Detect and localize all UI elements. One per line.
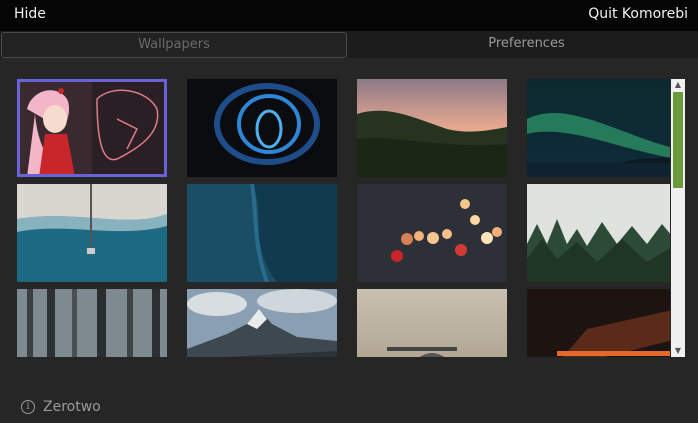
wallpaper-thumbnail[interactable] bbox=[187, 289, 337, 357]
wallpaper-thumbnail[interactable] bbox=[357, 79, 507, 177]
wallpaper-thumbnail[interactable] bbox=[17, 79, 167, 177]
wallpaper-thumbnail[interactable] bbox=[357, 289, 507, 357]
wallpaper-thumbnail[interactable] bbox=[187, 184, 337, 282]
tab-preferences[interactable]: Preferences bbox=[355, 32, 698, 56]
tab-bar: Wallpapers Preferences bbox=[0, 31, 698, 58]
wallpaper-thumbnail[interactable] bbox=[527, 289, 670, 357]
wallpaper-thumbnail[interactable] bbox=[17, 289, 167, 357]
hide-button[interactable]: Hide bbox=[14, 6, 46, 22]
top-bar: Hide Quit Komorebi bbox=[0, 0, 698, 31]
scrollbar-thumb[interactable] bbox=[673, 92, 683, 188]
wallpaper-thumbnail[interactable] bbox=[187, 79, 337, 177]
quit-button[interactable]: Quit Komorebi bbox=[588, 6, 688, 22]
wallpaper-name-label: Zerotwo bbox=[43, 399, 101, 415]
scroll-up-icon[interactable]: ▲ bbox=[671, 79, 685, 91]
info-bar: i Zerotwo bbox=[21, 397, 101, 417]
wallpaper-thumbnail[interactable] bbox=[527, 79, 670, 177]
info-icon: i bbox=[21, 400, 35, 414]
wallpaper-grid bbox=[17, 79, 670, 357]
scroll-down-icon[interactable]: ▼ bbox=[671, 345, 685, 357]
wallpaper-thumbnail[interactable] bbox=[17, 184, 167, 282]
grid-scrollbar[interactable]: ▲ ▼ bbox=[671, 79, 685, 357]
wallpaper-thumbnail[interactable] bbox=[357, 184, 507, 282]
tab-wallpapers[interactable]: Wallpapers bbox=[1, 32, 347, 58]
wallpaper-thumbnail[interactable] bbox=[527, 184, 670, 282]
